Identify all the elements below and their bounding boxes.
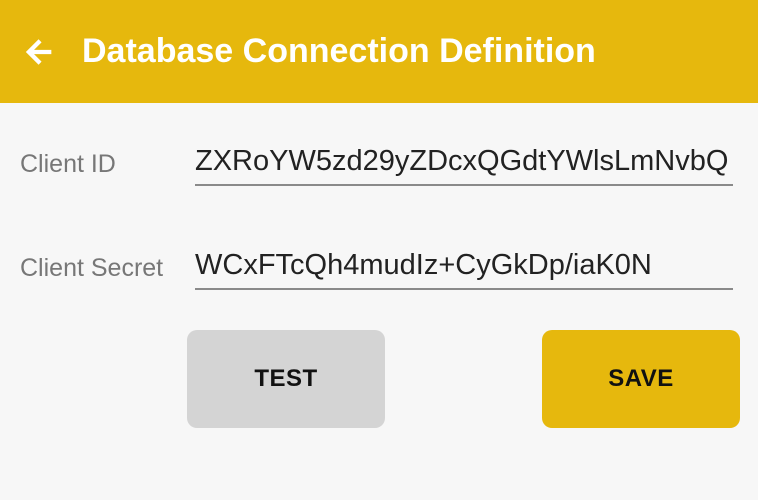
save-button[interactable]: SAVE xyxy=(542,330,740,428)
back-arrow-icon[interactable] xyxy=(22,34,58,70)
page-title: Database Connection Definition xyxy=(82,32,596,70)
client-secret-label: Client Secret xyxy=(20,254,164,282)
client-id-label: Client ID xyxy=(20,150,116,178)
save-button-label: SAVE xyxy=(608,365,674,392)
test-button[interactable]: TEST xyxy=(187,330,385,428)
client-secret-input[interactable] xyxy=(195,242,733,290)
app-bar: Database Connection Definition xyxy=(0,0,758,103)
test-button-label: TEST xyxy=(254,365,318,392)
client-id-input[interactable] xyxy=(195,138,733,186)
